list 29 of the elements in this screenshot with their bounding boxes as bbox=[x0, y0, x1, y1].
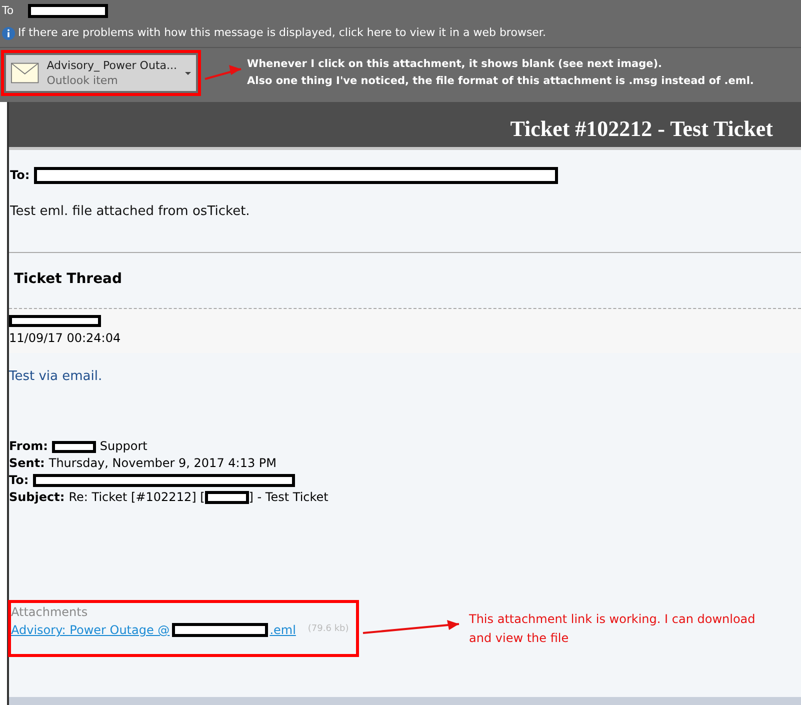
subject-value: ] - Test Ticket bbox=[248, 489, 328, 506]
attachments-heading: Attachments bbox=[11, 604, 89, 621]
from-label: From: bbox=[9, 438, 48, 455]
annotation-text: Whenever I click on this attachment, it shows blank (see next image). bbox=[247, 57, 664, 72]
caret-icon bbox=[185, 72, 191, 74]
annotation-text: This attachment link is working. I can download and view the file bbox=[469, 610, 756, 646]
to-label: To: bbox=[9, 472, 29, 489]
annotation-text: Also one thing I've noticed, the file format of this attachment is .msg instead of .eml. bbox=[247, 74, 754, 89]
from-value: Support bbox=[100, 438, 148, 455]
to-label: To: bbox=[10, 167, 30, 184]
message-body: Test via email. bbox=[9, 368, 104, 386]
to-label: To bbox=[2, 2, 14, 19]
info-link[interactable]: If there are problems with how this message is displayed, click here to view it in a web browser. bbox=[18, 24, 546, 42]
attachment-button[interactable]: Advisory_ Power Outa... Outlook item bbox=[6, 55, 196, 91]
envelope-icon bbox=[11, 62, 39, 84]
thread-heading: Ticket Thread bbox=[14, 270, 124, 288]
file-size: (79.6 kb) bbox=[308, 623, 349, 636]
timestamp: 11/09/17 00:24:04 bbox=[9, 330, 122, 346]
redaction-box bbox=[52, 440, 96, 452]
ticket-title: Ticket #102212 - Test Ticket bbox=[510, 115, 773, 143]
info-icon bbox=[2, 26, 15, 40]
sent-label: Sent: bbox=[9, 455, 45, 472]
sent-value: Thursday, November 9, 2017 4:13 PM bbox=[48, 455, 276, 472]
attachment-link[interactable]: .eml bbox=[270, 621, 296, 639]
message-text: Test eml. file attached from osTicket. bbox=[10, 203, 251, 221]
attachment-link[interactable]: Advisory: Power Outage @ bbox=[11, 621, 170, 639]
subject-value: Re: Ticket [#102212] [ bbox=[68, 489, 205, 506]
subject-label: Subject: bbox=[9, 489, 65, 506]
redaction-box bbox=[204, 491, 249, 504]
